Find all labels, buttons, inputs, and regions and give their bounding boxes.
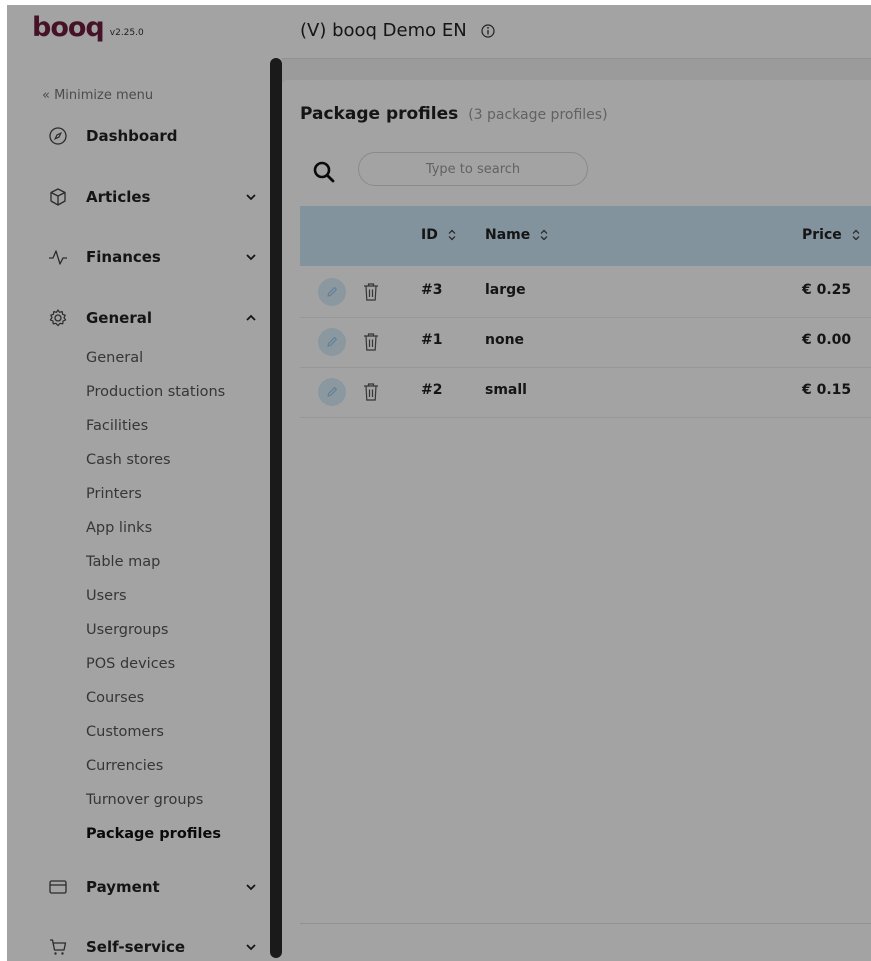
compass-icon xyxy=(49,127,67,145)
sidebar-item-articles[interactable]: Articles xyxy=(0,180,270,214)
sidebar-item-label: Self-service xyxy=(86,938,186,956)
sidebar-item-payment[interactable]: Payment xyxy=(0,870,270,904)
trash-icon[interactable] xyxy=(362,382,380,402)
sidebar-subitem-production-stations[interactable]: Production stations xyxy=(86,384,225,400)
sidebar-subitem-app-links[interactable]: App links xyxy=(86,520,152,536)
column-header-label: Name xyxy=(485,227,531,243)
table-row[interactable]: #3 large € 0.25 xyxy=(300,267,871,318)
window-edge-left xyxy=(0,0,7,961)
logo[interactable]: booq v2.25.0 xyxy=(32,14,144,41)
sidebar-item-label: Dashboard xyxy=(86,127,178,145)
cell-price: € 0.00 xyxy=(802,332,852,348)
cell-id: #3 xyxy=(421,282,443,298)
edit-button[interactable] xyxy=(318,378,346,406)
sort-icon xyxy=(448,229,456,241)
page-title-text: Package profiles xyxy=(300,104,459,124)
venue-title: (V) booq Demo EN xyxy=(300,20,495,41)
chevron-down-icon xyxy=(246,254,256,261)
cell-id: #2 xyxy=(421,382,443,398)
sort-icon xyxy=(852,229,860,241)
sidebar-subitem-courses[interactable]: Courses xyxy=(86,690,144,706)
column-header-label: ID xyxy=(421,227,438,243)
cell-name: none xyxy=(485,332,525,348)
sidebar-item-label: General xyxy=(86,309,152,327)
sidebar-item-finances[interactable]: Finances xyxy=(0,240,270,274)
search-input[interactable] xyxy=(358,152,588,186)
chevron-up-icon xyxy=(246,314,256,321)
content-footer-divider xyxy=(300,923,871,924)
logo-text: booq xyxy=(32,12,105,43)
cart-icon xyxy=(50,939,67,955)
info-circle-icon[interactable] xyxy=(481,23,495,38)
table-row[interactable]: #2 small € 0.15 xyxy=(300,367,871,418)
sidebar-item-dashboard[interactable]: Dashboard xyxy=(0,119,270,153)
cell-name: small xyxy=(485,382,527,398)
top-bar: booq v2.25.0 (V) booq Demo EN xyxy=(0,0,871,59)
column-header-name[interactable]: Name xyxy=(485,227,549,243)
sidebar-subitem-customers[interactable]: Customers xyxy=(86,724,164,740)
venue-title-text: (V) booq Demo EN xyxy=(300,20,467,41)
cell-price: € 0.15 xyxy=(802,382,852,398)
sidebar-subitem-users[interactable]: Users xyxy=(86,588,127,604)
sidebar-subitem-printers[interactable]: Printers xyxy=(86,486,142,502)
sidebar-item-label: Payment xyxy=(86,878,160,896)
main-content: Package profiles (3 package profiles) ID… xyxy=(282,80,871,961)
sidebar-subitem-facilities[interactable]: Facilities xyxy=(86,418,148,434)
gear-icon xyxy=(49,309,67,327)
record-count: (3 package profiles) xyxy=(468,107,608,123)
chevron-down-icon xyxy=(246,884,256,891)
edit-button[interactable] xyxy=(318,328,346,356)
table-row[interactable]: #1 none € 0.00 xyxy=(300,317,871,368)
minimize-menu-link[interactable]: « Minimize menu xyxy=(42,88,153,103)
sidebar-item-general[interactable]: General xyxy=(0,301,270,335)
trash-icon[interactable] xyxy=(362,282,380,302)
column-header-price[interactable]: Price xyxy=(802,227,861,243)
pulse-icon xyxy=(49,250,67,265)
pencil-icon xyxy=(327,287,337,297)
column-header-label: Price xyxy=(802,227,842,243)
pencil-icon xyxy=(327,337,337,347)
version-label: v2.25.0 xyxy=(109,28,144,38)
sidebar: « Minimize menu Dashboard Articles Finan… xyxy=(0,58,282,961)
search-icon[interactable] xyxy=(312,160,336,184)
sort-icon xyxy=(540,229,548,241)
sidebar-subitem-turnover-groups[interactable]: Turnover groups xyxy=(86,792,203,808)
sidebar-subitem-package-profiles[interactable]: Package profiles xyxy=(86,826,221,842)
cell-id: #1 xyxy=(421,332,443,348)
card-icon xyxy=(49,880,67,894)
box-icon xyxy=(50,188,66,206)
sidebar-item-self-service[interactable]: Self-service xyxy=(0,930,270,961)
cell-price: € 0.25 xyxy=(802,282,852,298)
page-title: Package profiles (3 package profiles) xyxy=(300,104,608,124)
sidebar-item-label: Articles xyxy=(86,188,151,206)
sidebar-subitem-cash-stores[interactable]: Cash stores xyxy=(86,452,171,468)
chevron-down-icon xyxy=(246,194,256,201)
sidebar-subitem-general[interactable]: General xyxy=(86,350,143,366)
sidebar-scrollbar[interactable] xyxy=(270,58,282,958)
sidebar-item-label: Finances xyxy=(86,248,161,266)
table-header: ID Name Price xyxy=(300,206,871,266)
pencil-icon xyxy=(327,387,337,397)
sidebar-subitem-table-map[interactable]: Table map xyxy=(86,554,160,570)
cell-name: large xyxy=(485,282,526,298)
sidebar-subitem-pos-devices[interactable]: POS devices xyxy=(86,656,175,672)
sidebar-subitem-usergroups[interactable]: Usergroups xyxy=(86,622,168,638)
trash-icon[interactable] xyxy=(362,332,380,352)
column-header-id[interactable]: ID xyxy=(421,227,457,243)
chevron-down-icon xyxy=(246,944,256,951)
edit-button[interactable] xyxy=(318,278,346,306)
window-edge-top xyxy=(0,0,871,5)
sidebar-subitem-currencies[interactable]: Currencies xyxy=(86,758,163,774)
